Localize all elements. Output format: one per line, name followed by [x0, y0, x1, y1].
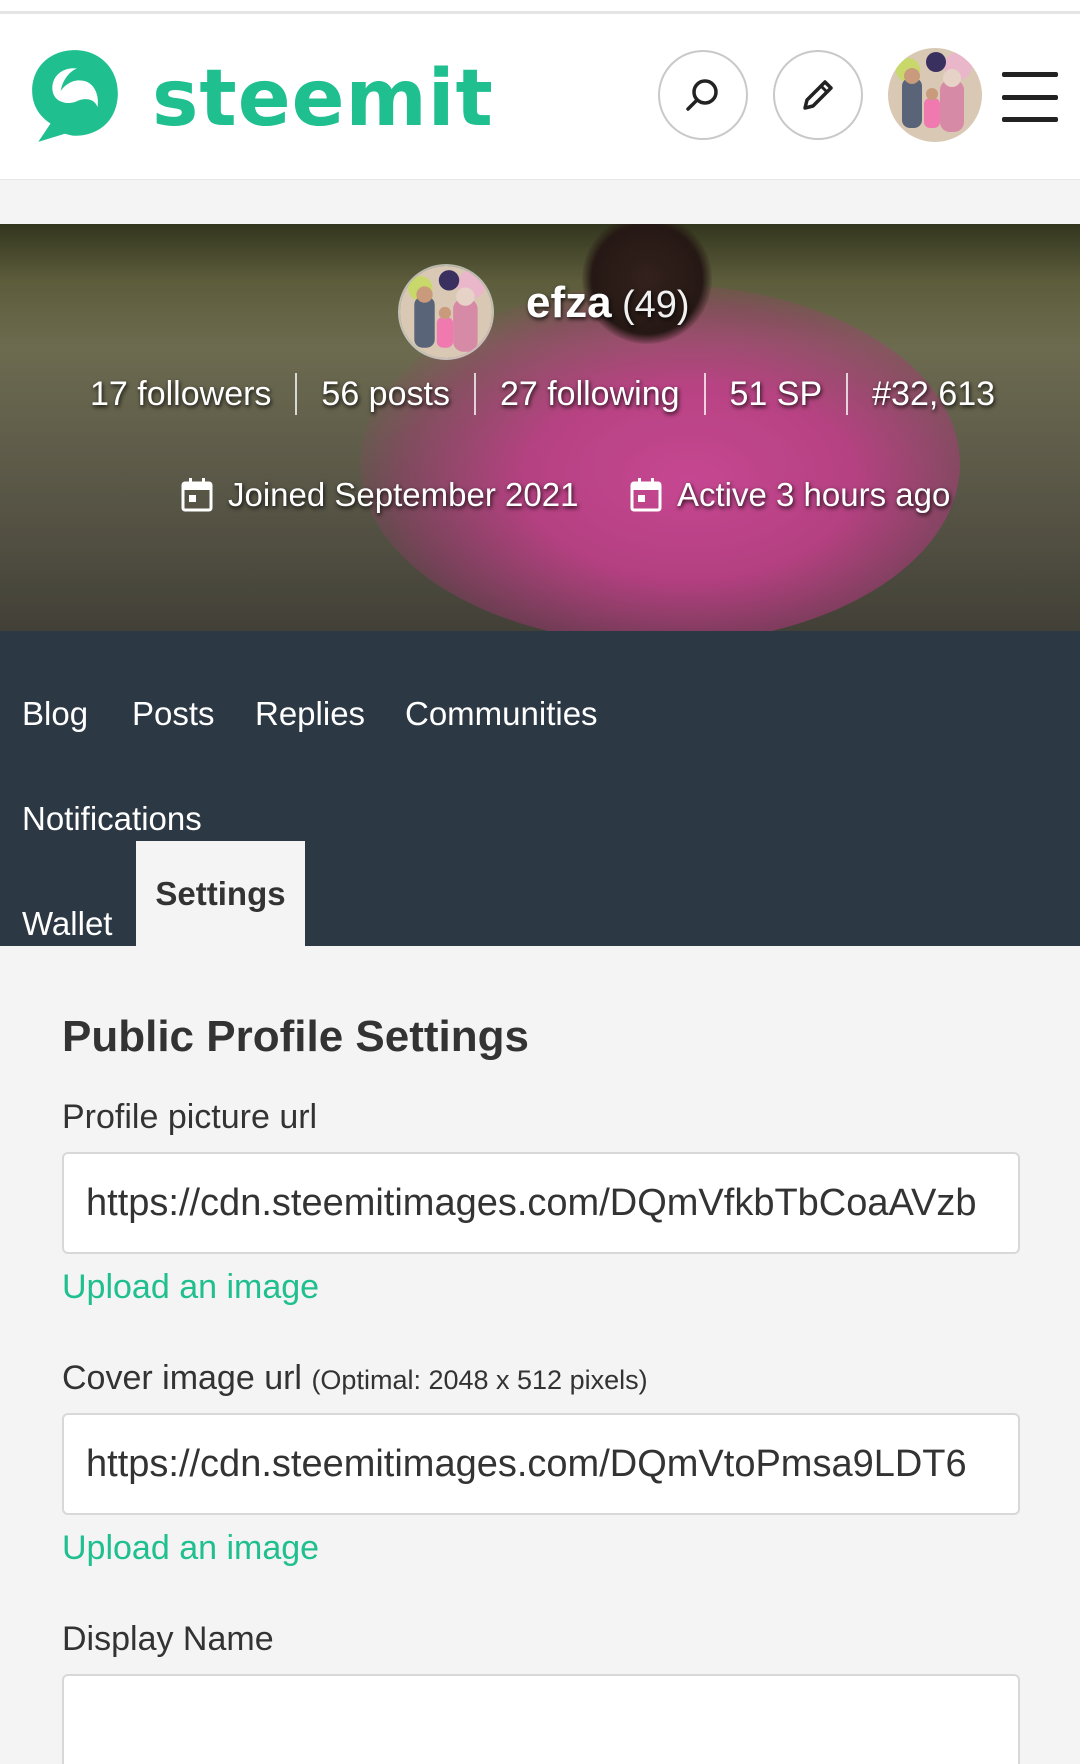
profile-picture-url-input[interactable]	[62, 1152, 1020, 1254]
followers-count[interactable]: 17 followers	[90, 375, 295, 414]
tab-wallet[interactable]: Wallet	[22, 894, 112, 954]
tab-settings[interactable]: Settings	[136, 841, 305, 946]
tab-replies[interactable]: Replies	[255, 684, 365, 744]
calendar-icon	[630, 478, 662, 512]
display-name-input[interactable]	[62, 1674, 1020, 1764]
steem-power: 51 SP	[729, 374, 823, 413]
profile-tabs: Blog Posts Replies Communities Notificat…	[0, 631, 1080, 946]
profile-avatar[interactable]	[398, 264, 494, 360]
page-title: Public Profile Settings	[62, 1012, 529, 1061]
top-header: steemit	[0, 14, 1080, 180]
following-count[interactable]: 27 following	[476, 375, 704, 414]
create-post-button[interactable]	[773, 50, 863, 140]
calendar-icon	[181, 478, 213, 512]
profile-picture-label: Profile picture url	[62, 1098, 318, 1136]
tab-blog[interactable]: Blog	[22, 684, 88, 744]
tab-posts[interactable]: Posts	[132, 684, 215, 744]
status-bar-edge	[0, 0, 1080, 14]
display-name-label: Display Name	[62, 1620, 274, 1658]
joined-text: Joined September 2021	[228, 476, 579, 513]
upload-cover-image-link[interactable]: Upload an image	[62, 1529, 319, 1568]
search-button[interactable]	[658, 50, 748, 140]
upload-profile-image-link[interactable]: Upload an image	[62, 1268, 319, 1307]
profile-username: efza	[526, 278, 612, 327]
tab-communities[interactable]: Communities	[405, 684, 598, 744]
last-active: Active 3 hours ago	[629, 472, 950, 518]
profile-stats: 17 followers 56 posts 27 following 51 SP…	[90, 366, 1019, 422]
reputation-score: (49)	[622, 284, 690, 326]
avatar-photo	[400, 266, 492, 358]
cover-image-label: Cover image url (Optimal: 2048 x 512 pix…	[62, 1359, 648, 1398]
tab-notifications[interactable]: Notifications	[22, 789, 202, 849]
cover-image-hint: (Optimal: 2048 x 512 pixels)	[311, 1365, 648, 1395]
active-text: Active 3 hours ago	[677, 476, 951, 513]
cover-image-url-input[interactable]	[62, 1413, 1020, 1515]
user-rank: #32,613	[872, 374, 996, 413]
steemit-logo-icon[interactable]	[24, 44, 126, 146]
posts-count: 56 posts	[321, 374, 450, 413]
profile-cover: efza (49) 17 followers 56 posts 27 follo…	[0, 224, 1080, 631]
search-icon	[686, 79, 718, 111]
avatar-photo	[888, 48, 982, 142]
steemit-wordmark[interactable]: steemit	[152, 54, 494, 144]
hamburger-menu-icon[interactable]	[1002, 72, 1058, 122]
pencil-icon	[803, 80, 833, 110]
user-avatar-button[interactable]	[888, 48, 982, 142]
joined-date: Joined September 2021	[180, 472, 578, 518]
cover-image-label-text: Cover image url	[62, 1359, 302, 1397]
